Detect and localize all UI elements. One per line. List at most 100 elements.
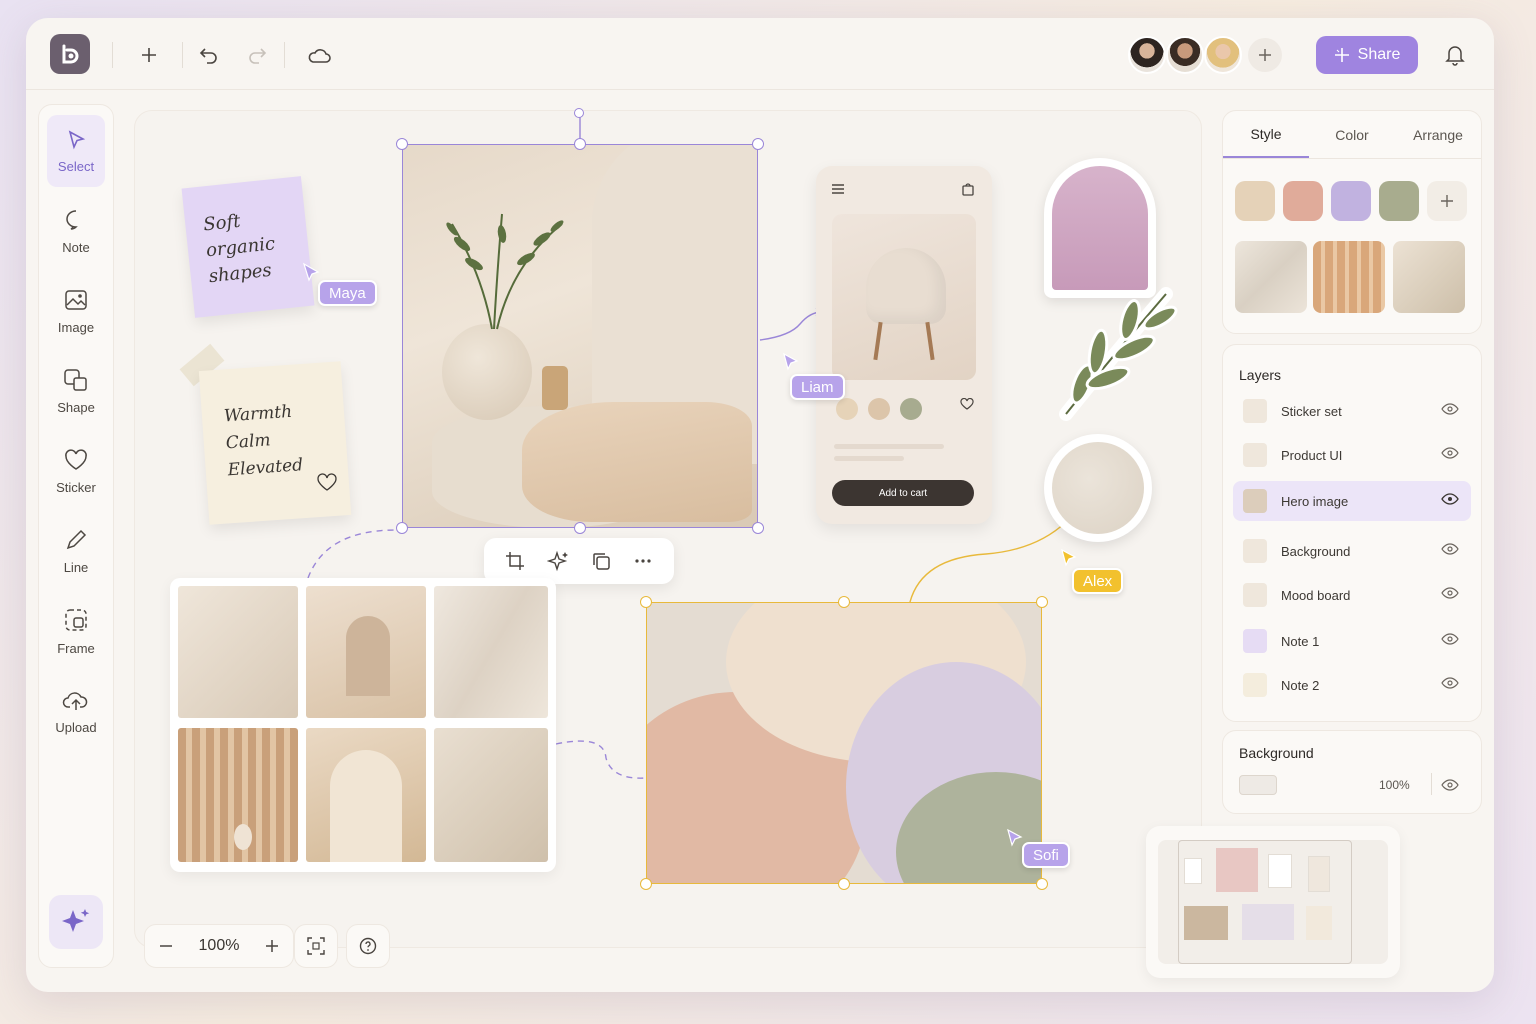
- shopping-bag-icon: [962, 183, 974, 196]
- abstract-selection-frame: [646, 602, 1042, 884]
- resize-handle[interactable]: [752, 138, 764, 150]
- background-opacity[interactable]: 100%: [1379, 778, 1410, 792]
- color-option[interactable]: [836, 398, 858, 420]
- resize-handle[interactable]: [752, 522, 764, 534]
- background-color-chip[interactable]: [1239, 775, 1277, 795]
- chair-leg: [873, 321, 883, 361]
- layer-item[interactable]: Mood board: [1233, 575, 1471, 615]
- arch-doorway: [330, 750, 402, 862]
- heart-icon[interactable]: [960, 398, 974, 410]
- zoom-controls: 100%: [144, 924, 294, 968]
- eye-icon[interactable]: [1441, 403, 1459, 415]
- text-placeholder: [834, 444, 944, 449]
- duplicate-icon[interactable]: [591, 551, 611, 571]
- divider: [1431, 773, 1432, 795]
- layer-item[interactable]: Background: [1233, 531, 1471, 571]
- texture-swatch[interactable]: [1235, 241, 1307, 313]
- tab-arrange[interactable]: Arrange: [1395, 111, 1481, 158]
- more-icon[interactable]: [633, 551, 653, 571]
- zoom-out-icon[interactable]: [159, 939, 173, 953]
- resize-handle[interactable]: [640, 596, 652, 608]
- add-to-cart-button[interactable]: Add to cart: [832, 480, 974, 506]
- mood-image[interactable]: [434, 586, 548, 718]
- texture-fill: [1052, 442, 1144, 534]
- resize-handle[interactable]: [574, 522, 586, 534]
- resize-handle[interactable]: [640, 878, 652, 890]
- fit-to-screen-button[interactable]: [294, 924, 338, 968]
- layer-item-active[interactable]: Hero image: [1233, 481, 1471, 521]
- mood-image[interactable]: [306, 728, 426, 862]
- minimap[interactable]: [1146, 826, 1400, 978]
- help-icon: [359, 937, 377, 955]
- eye-icon[interactable]: [1441, 779, 1459, 791]
- cursor-label-alex: Alex: [1072, 568, 1124, 594]
- zoom-level[interactable]: 100%: [199, 937, 240, 955]
- layer-thumbnail: [1243, 673, 1267, 697]
- minimap-item: [1268, 854, 1292, 888]
- layer-item[interactable]: Note 2: [1233, 665, 1471, 705]
- color-swatch[interactable]: [1235, 181, 1275, 221]
- cursor-pointer-icon: [783, 352, 799, 371]
- resize-handle[interactable]: [1036, 878, 1048, 890]
- layer-item[interactable]: Note 1: [1233, 621, 1471, 661]
- texture-swatch[interactable]: [1313, 241, 1385, 313]
- add-swatch-button[interactable]: [1427, 181, 1467, 221]
- mood-image[interactable]: [178, 586, 298, 718]
- layer-thumbnail: [1243, 489, 1267, 513]
- color-option[interactable]: [868, 398, 890, 420]
- texture-swatch[interactable]: [1393, 241, 1465, 313]
- layer-thumbnail: [1243, 399, 1267, 423]
- resize-handle[interactable]: [838, 878, 850, 890]
- color-swatch[interactable]: [1331, 181, 1371, 221]
- cursor-pointer-icon: [1061, 548, 1077, 567]
- color-swatch[interactable]: [1379, 181, 1419, 221]
- color-option[interactable]: [900, 398, 922, 420]
- background-title: Background: [1239, 745, 1314, 761]
- tab-color[interactable]: Color: [1309, 111, 1395, 158]
- texture-sticker[interactable]: [1044, 434, 1152, 542]
- layer-label: Hero image: [1281, 493, 1349, 509]
- arch-fill: [1052, 166, 1148, 290]
- layer-label: Note 2: [1281, 677, 1320, 693]
- eye-icon[interactable]: [1441, 633, 1459, 645]
- eye-icon[interactable]: [1441, 543, 1459, 555]
- cursor-pointer-icon: [1007, 828, 1023, 847]
- layer-item[interactable]: Product UI: [1233, 435, 1471, 475]
- menu-icon: [832, 184, 844, 194]
- layer-item[interactable]: Sticker set: [1233, 391, 1471, 431]
- resize-handle[interactable]: [396, 138, 408, 150]
- product-ui-mockup[interactable]: Add to cart: [816, 166, 992, 524]
- chair-leg: [925, 321, 935, 361]
- layer-label: Mood board: [1281, 587, 1351, 603]
- mood-image[interactable]: [306, 586, 426, 718]
- eye-icon[interactable]: [1441, 447, 1459, 459]
- panel-tabs: Style Color Arrange: [1223, 111, 1481, 159]
- resize-handle[interactable]: [396, 522, 408, 534]
- zoom-in-icon[interactable]: [265, 939, 279, 953]
- eye-icon[interactable]: [1441, 493, 1459, 505]
- magic-sparkle-icon[interactable]: [547, 550, 569, 572]
- chair-seat: [866, 248, 946, 324]
- product-image: [832, 214, 976, 380]
- style-panel: Style Color Arrange: [1222, 110, 1482, 334]
- help-button[interactable]: [346, 924, 390, 968]
- mood-board-grid[interactable]: [170, 578, 556, 872]
- resize-handle[interactable]: [1036, 596, 1048, 608]
- rotate-handle[interactable]: [574, 108, 584, 118]
- resize-handle[interactable]: [838, 596, 850, 608]
- minimap-item: [1242, 904, 1294, 940]
- mood-image[interactable]: [434, 728, 548, 862]
- eye-icon[interactable]: [1441, 677, 1459, 689]
- leaf-sticker[interactable]: [1046, 274, 1182, 424]
- hero-selection-frame: [402, 144, 758, 528]
- tab-style[interactable]: Style: [1223, 111, 1309, 158]
- resize-handle[interactable]: [574, 138, 586, 150]
- layer-label: Note 1: [1281, 633, 1320, 649]
- small-vase: [234, 824, 252, 850]
- crop-icon[interactable]: [505, 551, 525, 571]
- minimap-item: [1306, 906, 1332, 940]
- app-window: Share Select Note Image Shape Sticker Li…: [26, 18, 1494, 992]
- mood-image[interactable]: [178, 728, 298, 862]
- color-swatch[interactable]: [1283, 181, 1323, 221]
- eye-icon[interactable]: [1441, 587, 1459, 599]
